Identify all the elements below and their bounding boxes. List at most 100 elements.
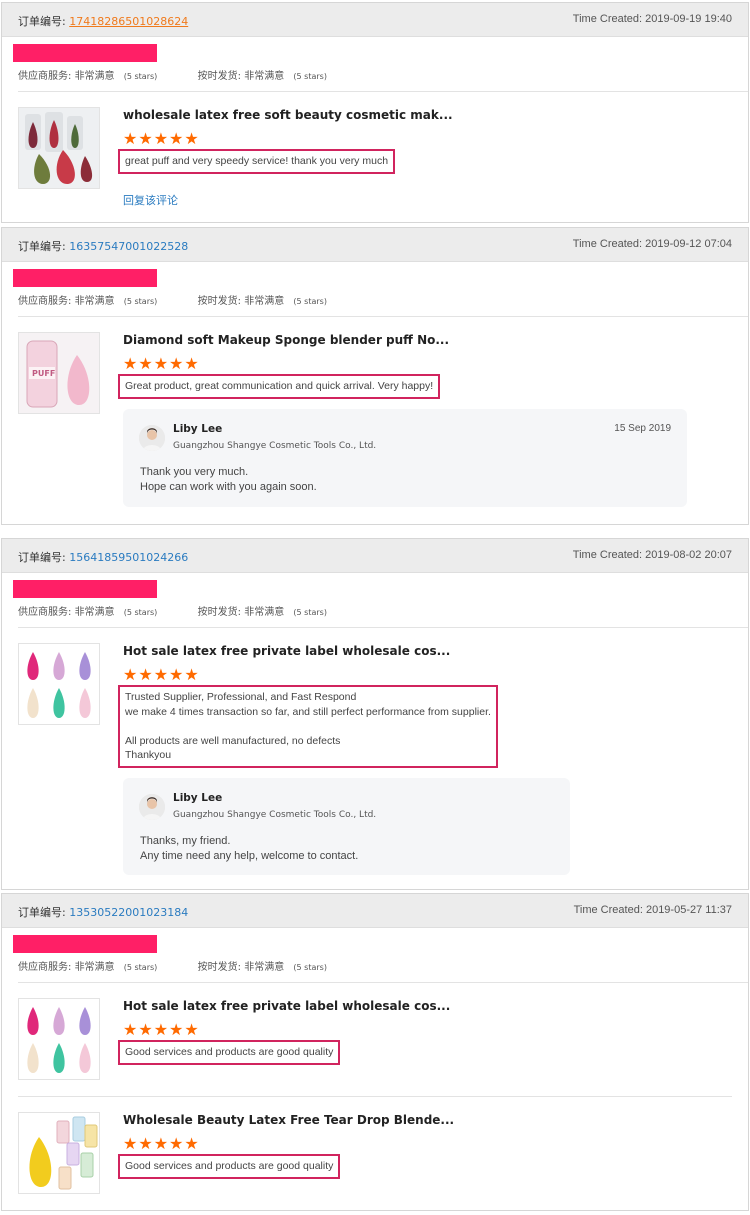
divider [18,91,748,92]
order-number: 订单编号: 17418286501028624 [18,13,188,29]
seller-ratings: 供应商服务: 非常满意 (5 stars) 按时发货: 非常满意 (5 star… [18,67,327,82]
puff-box-icon: PUFF [19,333,99,413]
review-line: Thankyou [125,749,172,761]
review-line [125,719,491,734]
supplier-service-stars: (5 stars) [123,72,158,81]
product-thumbnail[interactable] [18,107,100,189]
ontime-delivery-stars: (5 stars) [293,608,327,617]
product-title[interactable]: Hot sale latex free private label wholes… [123,644,450,658]
order-header: 订单编号: 15641859501024266 Time Created: 20… [2,539,748,573]
order-card: 订单编号: 15641859501024266 Time Created: 20… [1,538,749,890]
supplier-service-value: 非常满意 [74,296,115,307]
order-header: 订单编号: 16357547001022528 Time Created: 20… [2,228,748,262]
supplier-service-value: 非常满意 [74,71,115,82]
svg-text:PUFF: PUFF [32,369,55,378]
divider [18,316,748,317]
ontime-delivery-stars: (5 stars) [293,963,327,972]
order-header: 订单编号: 17418286501028624 Time Created: 20… [2,3,748,37]
rating-stars: ★★★★★ [123,129,200,148]
supplier-reply: Liby Lee Guangzhou Shangye Cosmetic Tool… [123,409,687,507]
time-created-value: 2019-08-02 20:07 [645,549,732,561]
ontime-delivery-value: 非常满意 [244,296,285,307]
supplier-reply: Liby Lee Guangzhou Shangye Cosmetic Tool… [123,778,570,875]
order-number: 订单编号: 16357547001022528 [18,238,188,254]
supplier-service-label: 供应商服务: [18,71,72,82]
item-divider [18,1096,732,1097]
time-created: Time Created: 2019-09-12 07:04 [573,238,732,250]
ontime-delivery-label: 按时发货: [197,296,242,307]
divider [18,982,748,983]
order-number-label: 订单编号: [18,240,66,253]
supplier-service-label: 供应商服务: [18,962,72,973]
reply-link[interactable]: 回复该评论 [123,192,178,208]
redacted-buyer-name [13,269,157,287]
review-text: great puff and very speedy service! than… [118,149,396,174]
supplier-service-stars: (5 stars) [123,963,158,972]
redacted-buyer-name [13,580,157,598]
review-text: Trusted Supplier, Professional, and Fast… [118,685,498,768]
reply-line: Hope can work with you again soon. [140,481,317,493]
product-thumbnail[interactable] [18,1112,100,1194]
supplier-service-label: 供应商服务: [18,607,72,618]
order-number-label: 订单编号: [18,551,66,564]
seller-ratings: 供应商服务: 非常满意 (5 stars) 按时发货: 非常满意 (5 star… [18,292,327,307]
ontime-delivery-label: 按时发货: [197,607,242,618]
ontime-delivery-stars: (5 stars) [293,297,327,306]
sponge-set-icon [19,644,99,724]
order-number-label: 订单编号: [18,906,66,919]
review-text: Good services and products are good qual… [118,1040,341,1065]
ontime-delivery-label: 按时发货: [197,962,242,973]
order-number-link[interactable]: 15641859501024266 [69,551,188,564]
order-number-link[interactable]: 16357547001022528 [69,240,188,253]
product-title[interactable]: Diamond soft Makeup Sponge blender puff … [123,333,449,347]
order-number-link[interactable]: 13530522001023184 [69,906,188,919]
review-line: Good services and products are good qual… [125,1160,334,1172]
ontime-delivery-value: 非常满意 [244,71,285,82]
reply-text: Thank you very much. Hope can work with … [140,465,317,495]
review-line: we make 4 times transaction so far, and … [125,705,491,718]
time-created-label: Time Created: [572,238,643,250]
rating-stars: ★★★★★ [123,665,200,684]
order-card: 订单编号: 17418286501028624 Time Created: 20… [1,2,749,223]
rating-stars: ★★★★★ [123,1134,200,1153]
product-thumbnail[interactable]: PUFF [18,332,100,414]
reply-author: Liby Lee [173,423,223,435]
time-created-value: 2019-09-19 19:40 [645,13,732,25]
review-text: Good services and products are good qual… [118,1154,341,1179]
reply-line: Thank you very much. [140,466,249,478]
ontime-delivery-stars: (5 stars) [293,72,327,81]
product-title[interactable]: wholesale latex free soft beauty cosmeti… [123,108,453,122]
divider [18,627,748,628]
time-created-label: Time Created: [572,549,643,561]
supplier-service-value: 非常满意 [74,607,115,618]
order-card: 订单编号: 16357547001022528 Time Created: 20… [1,227,749,525]
reply-line: Thanks, my friend. [140,835,231,847]
time-created-label: Time Created: [572,13,643,25]
order-number: 订单编号: 13530522001023184 [18,904,188,920]
time-created-label: Time Created: [573,904,643,916]
ontime-delivery-label: 按时发货: [197,71,242,82]
order-number-label: 订单编号: [18,15,66,28]
redacted-buyer-name [13,935,157,953]
rating-stars: ★★★★★ [123,354,200,373]
supplier-service-label: 供应商服务: [18,296,72,307]
order-card: 订单编号: 13530522001023184 Time Created: 20… [1,893,749,1211]
ontime-delivery-value: 非常满意 [244,962,285,973]
product-title[interactable]: Wholesale Beauty Latex Free Tear Drop Bl… [123,1113,454,1127]
ontime-delivery-value: 非常满意 [244,607,285,618]
supplier-service-value: 非常满意 [74,962,115,973]
time-created: Time Created: 2019-09-19 19:40 [573,13,732,25]
reply-company: Guangzhou Shangye Cosmetic Tools Co., Lt… [173,441,377,451]
product-thumbnail[interactable] [18,998,100,1080]
supplier-service-stars: (5 stars) [123,297,158,306]
review-text: Great product, great communication and q… [118,374,441,399]
review-line: All products are well manufactured, no d… [125,734,341,747]
product-thumbnail[interactable] [18,643,100,725]
reply-text: Thanks, my friend. Any time need any hel… [140,834,358,864]
review-line: great puff and very speedy service! than… [125,155,389,167]
review-line: Trusted Supplier, Professional, and Fast… [125,691,357,703]
time-created: Time Created: 2019-05-27 11:37 [574,904,732,916]
sponge-set-icon [19,999,99,1079]
product-title[interactable]: Hot sale latex free private label wholes… [123,999,450,1013]
order-number-link[interactable]: 17418286501028624 [69,15,188,28]
